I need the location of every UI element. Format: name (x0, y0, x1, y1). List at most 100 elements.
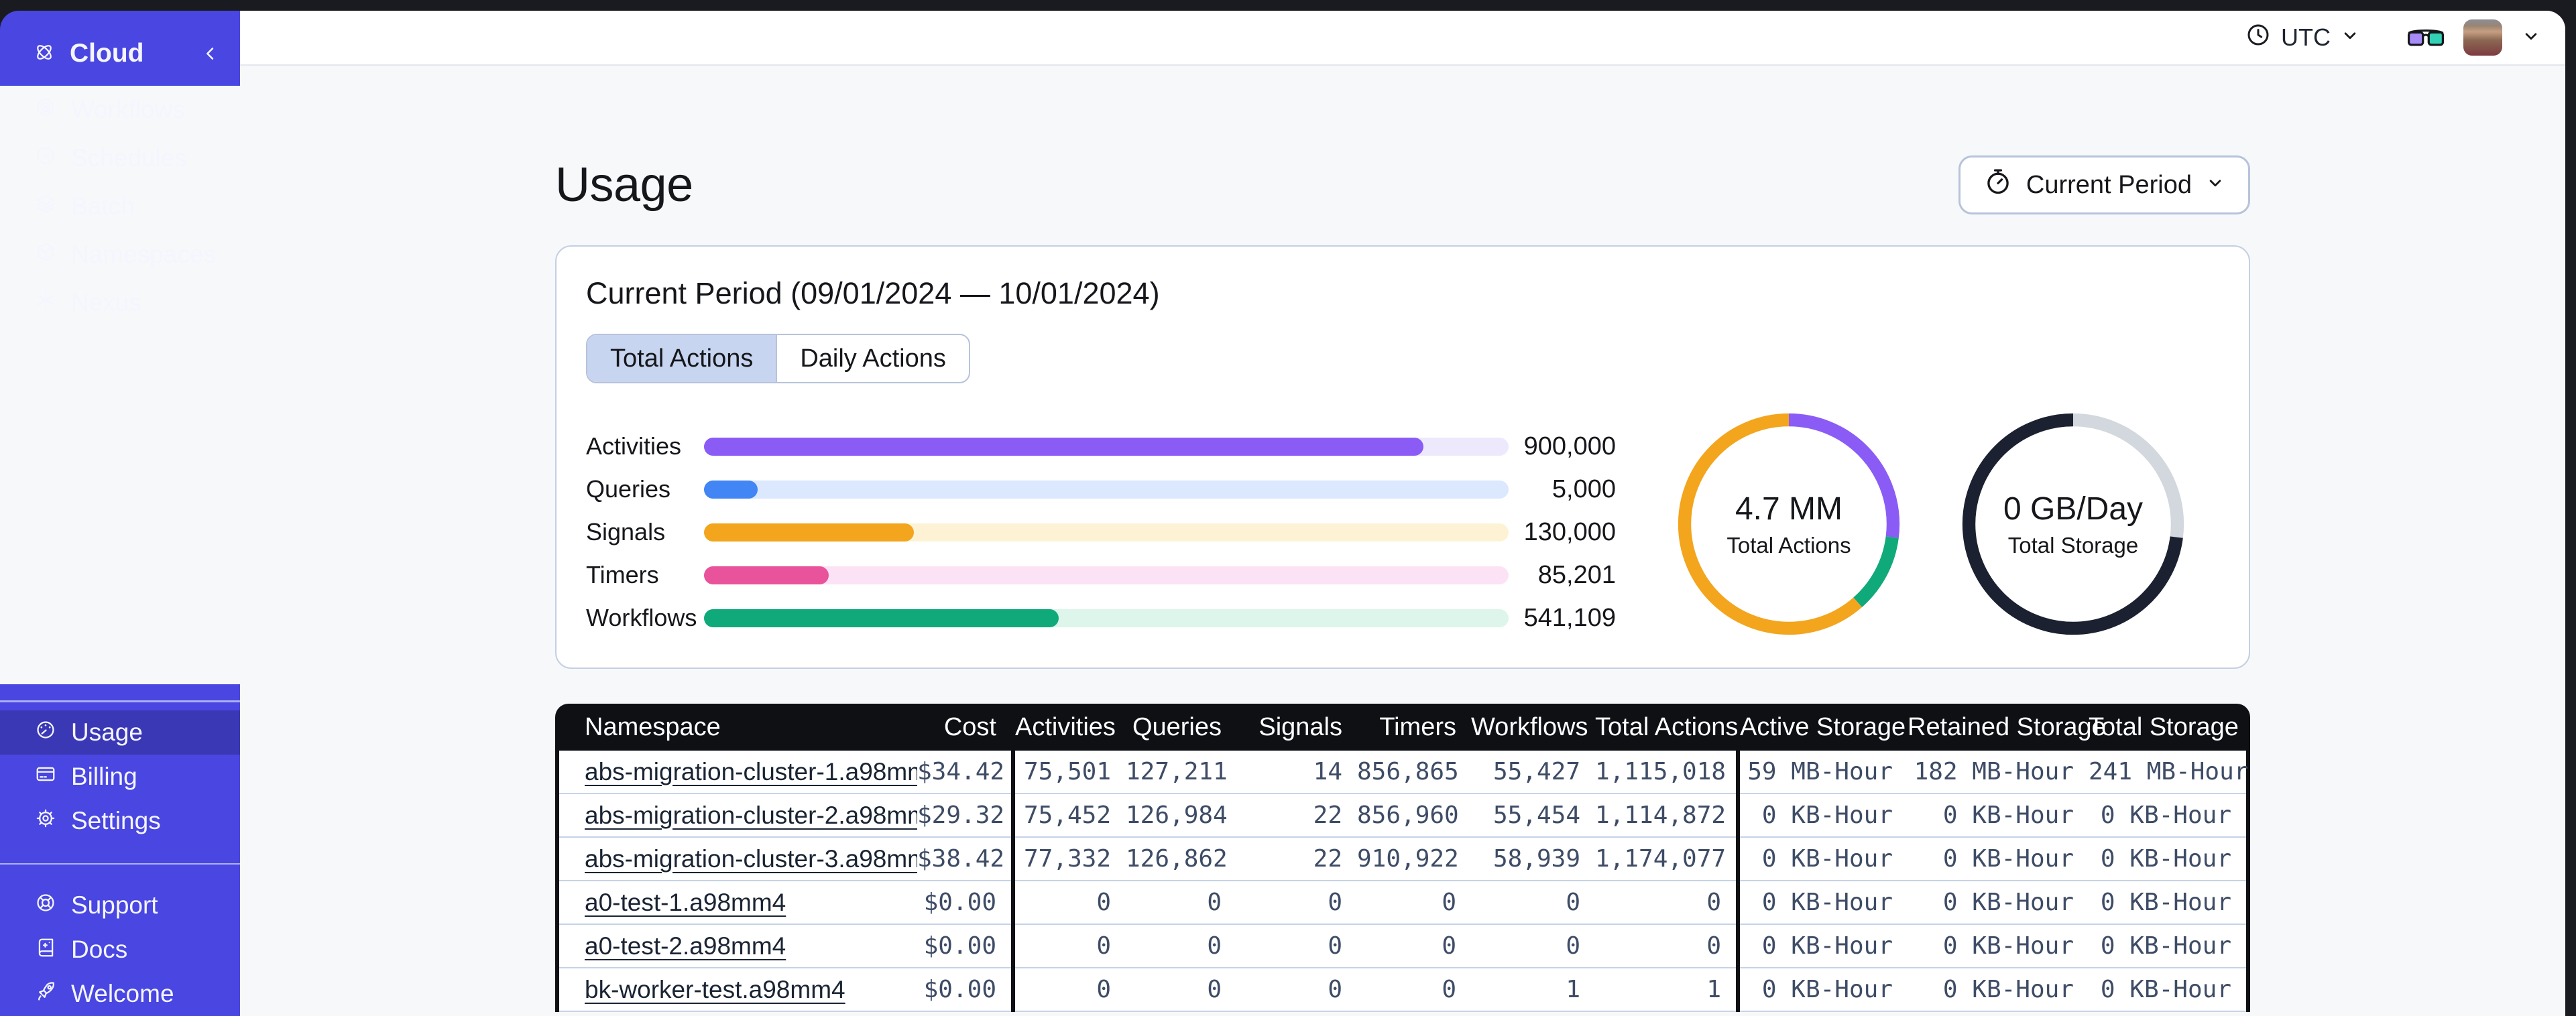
bar-track (704, 437, 1509, 456)
table-cell: 0 (1096, 976, 1111, 1003)
table-row: a0-test-2.a98mm4 $0.00 0 0 0 0 0 0 0 KB-Hour 0 KB… (559, 925, 2246, 968)
table-row: bk-worker-test.a98mm4 $0.00 0 0 0 0 1 1 0 KB-Hou… (559, 968, 2246, 1012)
namespace-link[interactable]: abs-migration-cluster-1.a98mm4 (585, 758, 917, 785)
table-cell: 0 KB-Hour (1942, 889, 2074, 916)
namespace-link[interactable]: a0-test-2.a98mm4 (585, 932, 786, 960)
table-cell: 0 KB-Hour (2100, 845, 2231, 873)
namespace-link[interactable]: a0-test-1.a98mm4 (585, 889, 786, 916)
table-cell: bk-worker-test.a98mm4 (559, 976, 917, 1004)
table-cell: 0 (1207, 976, 1222, 1003)
table-header: Namespace Cost Activities Queries Signals Tim… (555, 704, 2250, 751)
sidebar-nav-account: Usage Billing Settings (0, 710, 240, 843)
logo-label[interactable]: Cloud (70, 39, 143, 68)
chevron-down-icon[interactable] (2521, 26, 2541, 50)
table-cell: 77,332 (1023, 845, 1111, 873)
total-storage-label: Total Storage (2007, 532, 2139, 558)
bar-row-workflows: Workflows 541,109 (586, 603, 1616, 632)
nexus-icon (35, 289, 56, 317)
usage-card-title: Current Period (09/01/2024 — 10/01/2024) (586, 276, 1160, 310)
sidebar-item-usage[interactable]: Usage (0, 710, 240, 755)
avatar[interactable] (2463, 19, 2502, 56)
sidebar-item-batch[interactable]: Batch (0, 182, 240, 231)
column-header: Timers (1379, 712, 1456, 741)
table-cell: a0-test-2.a98mm4 (559, 932, 917, 960)
bar-track (704, 480, 1509, 499)
table-cell: 0 KB-Hour (2100, 976, 2231, 1003)
sidebar-item-workflows[interactable]: Workflows (0, 86, 240, 134)
table-cell: 0 KB-Hour (1942, 845, 2074, 873)
sidebar-divider (0, 700, 240, 702)
table-cell: 0 KB-Hour (1761, 845, 1893, 873)
main-area: UTC Usage Current Period Current Period … (240, 11, 2565, 1016)
column-header: Cost (943, 712, 996, 741)
sidebar-item-namespaces[interactable]: Namespaces (0, 231, 240, 279)
temporal-logo-icon[interactable] (34, 42, 55, 66)
sidebar: Cloud Workflows Schedules Batch Namespaces N… (0, 11, 240, 1016)
table-divider (1011, 751, 1015, 1012)
table-cell: 0 (1328, 889, 1342, 916)
table-cell: 0 KB-Hour (2100, 889, 2231, 916)
table-cell: 22 (1313, 845, 1342, 873)
table-cell: $0.00 (923, 976, 996, 1003)
table-cell: 1,115,018 (1595, 758, 1726, 785)
table-cell: 856,960 (1357, 802, 1459, 829)
bar-row-timers: Timers 85,201 (586, 560, 1616, 589)
column-header: Active Storage (1740, 712, 1906, 741)
table-row: abs-migration-cluster-3.a98mm4 $38.42 77,3… (559, 838, 2246, 881)
sidebar-divider (0, 863, 240, 865)
bar-track (704, 566, 1509, 584)
app-window: Cloud Workflows Schedules Batch Namespaces N… (0, 0, 2576, 1016)
table-cell: 75,501 (1023, 758, 1111, 785)
clock-icon (2245, 21, 2272, 54)
table-cell: $34.42 (917, 758, 1005, 785)
bar-fill (704, 566, 829, 584)
namespace-link[interactable]: abs-migration-cluster-2.a98mm4 (585, 802, 917, 829)
bar-track (704, 523, 1509, 542)
period-selector-button[interactable]: Current Period (1958, 155, 2250, 214)
column-header: Signals (1258, 712, 1342, 741)
table-cell: 0 (1566, 889, 1580, 916)
sidebar-collapse-icon[interactable] (201, 44, 220, 63)
table-cell: 0 (1566, 932, 1580, 960)
timezone-selector[interactable]: UTC (2245, 21, 2360, 54)
sidebar-item-nexus[interactable]: Nexus (0, 279, 240, 327)
sidebar-nav-footer: Support Docs Welcome (0, 883, 240, 1016)
sidebar-item-docs[interactable]: Docs (0, 928, 240, 972)
table-cell: 55,427 (1492, 758, 1580, 785)
welcome-icon (35, 980, 56, 1008)
tab-total-actions[interactable]: Total Actions (587, 335, 776, 382)
table-cell: 0 KB-Hour (1942, 932, 2074, 960)
sidebar-item-support[interactable]: Support (0, 883, 240, 928)
table-cell: 1,174,077 (1595, 845, 1726, 873)
sidebar-item-schedules[interactable]: Schedules (0, 134, 240, 182)
table-row: abs-migration-cluster-2.a98mm4 $29.32 75,4… (559, 794, 2246, 838)
table-cell: 241 MB-Hour (2089, 758, 2249, 785)
sidebar-item-settings[interactable]: Settings (0, 799, 240, 843)
table-cell: a0-test-1.a98mm4 (559, 889, 917, 917)
table-cell: 1,114,872 (1595, 802, 1726, 829)
topbar: UTC (240, 11, 2565, 66)
table-cell: 22 (1313, 802, 1342, 829)
page-title: Usage (555, 158, 693, 212)
table-cell: 856,865 (1357, 758, 1459, 785)
table-cell: 0 (1442, 932, 1456, 960)
namespace-link[interactable]: abs-migration-cluster-3.a98mm4 (585, 845, 917, 873)
column-header: Activities (1015, 712, 1116, 741)
table-cell: 58,939 (1492, 845, 1580, 873)
table-body: abs-migration-cluster-1.a98mm4 $34.42 75,5… (555, 751, 2250, 1012)
namespace-link[interactable]: bk-worker-test.a98mm4 (585, 976, 845, 1003)
table-cell: 1 (1566, 976, 1580, 1003)
table-cell: 0 (1328, 976, 1342, 1003)
batch-icon (35, 192, 56, 220)
glasses-icon[interactable] (2407, 24, 2445, 52)
sidebar-item-welcome[interactable]: Welcome (0, 972, 240, 1016)
sidebar-item-billing[interactable]: Billing (0, 755, 240, 799)
tab-daily-actions[interactable]: Daily Actions (776, 335, 969, 382)
table-cell: abs-migration-cluster-3.a98mm4 (559, 845, 917, 873)
sidebar-logo-row: Cloud (0, 11, 240, 68)
table-cell: 0 (1328, 932, 1342, 960)
table-cell: 126,984 (1126, 802, 1228, 829)
bar-row-queries: Queries 5,000 (586, 474, 1616, 503)
namespaces-icon (35, 241, 56, 269)
table-cell: 127,211 (1126, 758, 1228, 785)
